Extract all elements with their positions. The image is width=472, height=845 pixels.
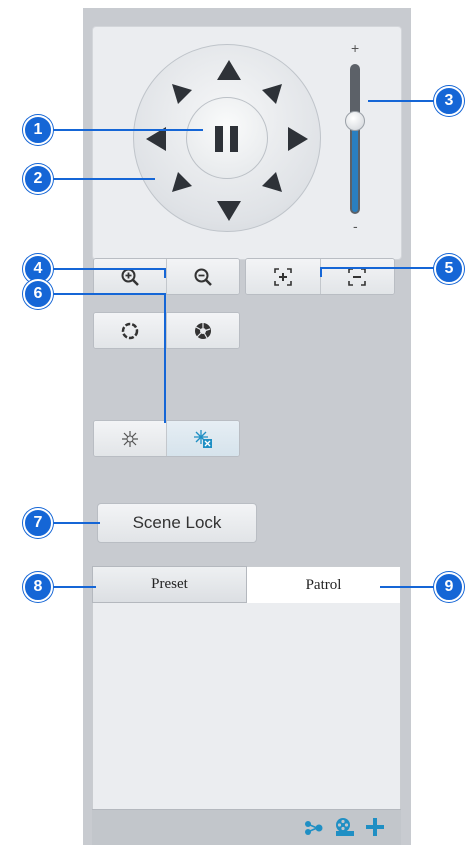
iris-close-icon xyxy=(121,322,139,339)
iris-button-group xyxy=(93,312,240,349)
focus-far-button[interactable] xyxy=(320,259,394,294)
callout-line-2 xyxy=(38,178,155,180)
callout-3: 3 xyxy=(434,86,464,116)
patrol-list xyxy=(92,603,401,809)
scene-lock-label: Scene Lock xyxy=(132,513,222,532)
callout-line-5 xyxy=(320,267,440,269)
callout-8: 8 xyxy=(23,572,53,602)
slider-minus-label: - xyxy=(353,218,358,234)
callout-5: 5 xyxy=(434,254,464,284)
arrow-up-right-icon[interactable] xyxy=(262,84,282,104)
light-icon xyxy=(122,430,138,447)
scene-lock-button[interactable]: Scene Lock xyxy=(97,503,257,543)
callout-line-1 xyxy=(38,129,203,131)
iris-open-button[interactable] xyxy=(167,313,239,348)
zoom-button-group xyxy=(93,258,240,295)
arrow-down-right-icon[interactable] xyxy=(262,172,282,192)
pause-icon xyxy=(215,126,239,152)
tab-patrol[interactable]: Patrol xyxy=(247,566,401,603)
path-icon[interactable] xyxy=(304,819,324,837)
iris-close-button[interactable] xyxy=(94,313,167,348)
preset-patrol-tabs: Preset Patrol xyxy=(92,566,401,603)
callout-line-9 xyxy=(380,586,440,588)
callout-9: 9 xyxy=(434,572,464,602)
focus-near-icon xyxy=(273,267,292,286)
zoom-out-button[interactable] xyxy=(167,259,239,294)
callout-7: 7 xyxy=(23,508,53,538)
callout-line-6 xyxy=(38,293,166,295)
callout-line-3 xyxy=(368,100,440,102)
focus-near-button[interactable] xyxy=(246,259,321,294)
camera-reel-icon[interactable] xyxy=(334,817,356,837)
arrow-up-left-icon[interactable] xyxy=(172,84,192,104)
callout-line-4-drop xyxy=(164,268,166,278)
light-button[interactable] xyxy=(94,421,167,456)
callout-1: 1 xyxy=(23,115,53,145)
tab-preset-label: Preset xyxy=(151,576,188,592)
zoom-in-button[interactable] xyxy=(94,259,167,294)
patrol-toolbar xyxy=(92,809,401,845)
wiper-off-icon xyxy=(194,429,212,448)
speed-slider-fill xyxy=(352,122,358,212)
callout-2: 2 xyxy=(23,164,53,194)
callout-line-5-drop xyxy=(320,267,322,277)
wiper-button[interactable] xyxy=(167,421,239,456)
iris-open-icon xyxy=(195,322,211,339)
callout-line-6-drop xyxy=(164,293,166,423)
arrow-down-left-icon[interactable] xyxy=(172,172,192,192)
tab-preset[interactable]: Preset xyxy=(92,566,247,603)
tab-patrol-label: Patrol xyxy=(305,576,342,593)
callout-6: 6 xyxy=(23,279,53,309)
add-icon[interactable] xyxy=(364,816,386,838)
callout-line-4 xyxy=(38,268,166,270)
light-wiper-button-group xyxy=(93,420,240,457)
zoom-out-icon xyxy=(194,268,212,286)
speed-slider-handle[interactable] xyxy=(345,111,365,131)
slider-plus-label: + xyxy=(351,40,360,56)
